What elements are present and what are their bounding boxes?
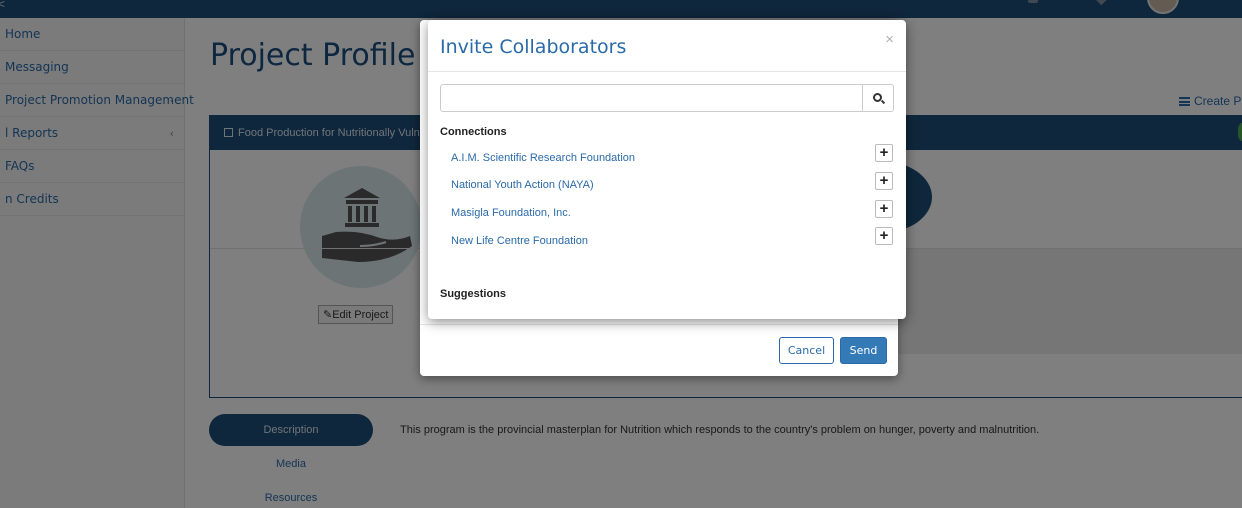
search-input[interactable] <box>440 84 863 112</box>
add-collaborator-button[interactable]: + <box>875 144 893 162</box>
connection-item[interactable]: Masigla Foundation, Inc. <box>451 207 571 219</box>
cancel-button[interactable]: Cancel <box>779 337 834 364</box>
connection-item[interactable]: National Youth Action (NAYA) <box>451 179 594 191</box>
suggestions-heading: Suggestions <box>440 288 507 300</box>
modal-title: Invite Collaborators <box>440 36 627 58</box>
connection-item[interactable]: A.I.M. Scientific Research Foundation <box>451 152 635 164</box>
divider <box>428 71 906 72</box>
connections-heading: Connections <box>440 126 507 138</box>
divider <box>420 324 898 325</box>
invite-collaborators-modal: Invite Collaborators × Connections A.I.M… <box>428 20 906 319</box>
search-button[interactable] <box>862 84 894 112</box>
close-icon[interactable]: × <box>885 31 894 48</box>
add-collaborator-button[interactable]: + <box>875 172 893 190</box>
add-collaborator-button[interactable]: + <box>875 200 893 218</box>
add-collaborator-button[interactable]: + <box>875 227 893 245</box>
connection-item[interactable]: New Life Centre Foundation <box>451 235 588 247</box>
search-icon-handle <box>880 99 886 105</box>
send-button[interactable]: Send <box>840 337 887 364</box>
